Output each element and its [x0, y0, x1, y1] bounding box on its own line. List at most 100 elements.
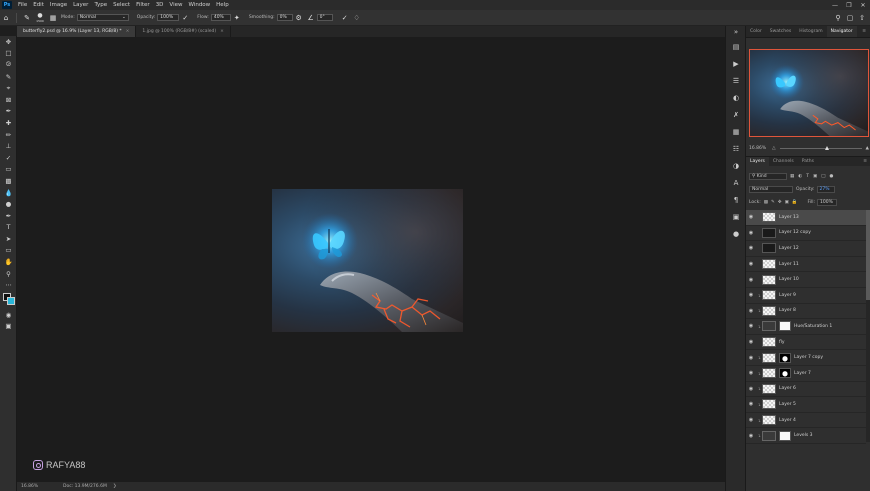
dodge-tool-icon[interactable]: ● [0, 198, 17, 210]
channels-icon[interactable]: ● [726, 225, 746, 242]
tools-preset-icon[interactable]: ✗ [726, 106, 746, 123]
layer-row[interactable]: ◉ ↴ Layer 9 [746, 288, 866, 304]
navigator-zoom-value[interactable]: 16.86% [749, 146, 766, 151]
eye-icon[interactable]: ◉ [746, 323, 756, 329]
workspace-icon[interactable]: ▢ [844, 12, 856, 24]
symmetry-icon[interactable]: ♢ [351, 12, 363, 24]
zoom-level[interactable]: 16.86% [21, 484, 49, 489]
airbrush-icon[interactable]: ✦ [231, 12, 243, 24]
navigator-preview[interactable] [749, 49, 869, 137]
eye-icon[interactable]: ◉ [746, 214, 756, 220]
eye-icon[interactable]: ◉ [746, 292, 756, 298]
properties-icon[interactable]: ☰ [726, 72, 746, 89]
layer-mask-thumbnail[interactable] [779, 430, 791, 441]
close-tab-icon[interactable]: × [126, 29, 130, 34]
layers-scrollbar[interactable] [866, 210, 870, 442]
eye-icon[interactable]: ◉ [746, 386, 756, 392]
filter-shape-icon[interactable]: ▣ [813, 174, 817, 179]
filter-toggle-icon[interactable]: ● [829, 174, 833, 179]
menu-help[interactable]: Help [213, 2, 232, 8]
tab-histogram[interactable]: Histogram [795, 26, 826, 37]
clone-stamp-tool-icon[interactable]: ⊥ [0, 140, 17, 152]
menu-filter[interactable]: Filter [133, 2, 153, 8]
eye-icon[interactable]: ◉ [746, 339, 756, 345]
layer-comps-icon[interactable]: ▣ [726, 208, 746, 225]
menu-layer[interactable]: Layer [70, 2, 91, 8]
search-icon[interactable]: ⚲ [832, 12, 844, 24]
brush-tool-icon[interactable]: ✎ [21, 12, 33, 24]
menu-file[interactable]: File [15, 2, 30, 8]
mode-select[interactable]: Normal ⌄ [76, 14, 129, 21]
layer-mask-thumbnail[interactable] [779, 352, 791, 363]
home-icon[interactable]: ⌂ [0, 12, 12, 24]
eye-icon[interactable]: ◉ [746, 433, 756, 439]
tab-1jpg[interactable]: 1.jpg @ 100% (RGB/8#) (scaled) × [136, 26, 231, 37]
layer-row[interactable]: ◉ Layer 12 copy [746, 226, 866, 242]
menu-window[interactable]: Window [185, 2, 213, 8]
pressure-size-icon[interactable]: ✓ [339, 12, 351, 24]
quick-select-tool-icon[interactable]: ✎ [0, 71, 17, 83]
tab-layers[interactable]: Layers [746, 157, 769, 166]
eye-icon[interactable]: ◉ [746, 401, 756, 407]
marquee-tool-icon[interactable]: □ [0, 48, 17, 60]
layer-row[interactable]: ◉ ↴ Layer 6 [746, 382, 866, 398]
tab-navigator[interactable]: Navigator [826, 26, 857, 37]
eye-icon[interactable]: ◉ [746, 230, 756, 236]
filter-pixel-icon[interactable]: ▦ [790, 174, 794, 179]
tab-butterfly2[interactable]: butterfly2.psd @ 16.9% (Layer 13, RGB/8)… [17, 26, 137, 37]
tab-color[interactable]: Color [746, 26, 766, 37]
layer-row[interactable]: ◉ Layer 11 [746, 257, 866, 273]
quick-mask-icon[interactable]: ◉ [0, 309, 17, 321]
flow-input[interactable]: 40% [210, 14, 231, 21]
filter-adjustment-icon[interactable]: ◐ [798, 174, 802, 179]
blend-mode-select[interactable]: Normal [749, 186, 793, 193]
rectangle-tool-icon[interactable]: ▭ [0, 245, 17, 257]
lock-position-icon[interactable]: ✥ [778, 200, 782, 205]
filter-smart-icon[interactable]: □ [821, 174, 825, 179]
gradient-tool-icon[interactable]: ▩ [0, 175, 17, 187]
lock-pixels-icon[interactable]: ✎ [771, 200, 775, 205]
zoom-in-icon[interactable]: ▲ [866, 146, 869, 151]
opacity-input[interactable]: 100% [157, 14, 180, 21]
eye-icon[interactable]: ◉ [746, 261, 756, 267]
brush-settings-icon[interactable]: ▦ [47, 12, 59, 24]
eraser-tool-icon[interactable]: ▭ [0, 164, 17, 176]
layer-mask-thumbnail[interactable] [779, 368, 791, 379]
panel-menu-icon[interactable]: ≡ [858, 26, 870, 37]
eye-icon[interactable]: ◉ [746, 277, 756, 283]
tab-swatches[interactable]: Swatches [766, 26, 796, 37]
angle-input[interactable]: 0° [316, 14, 333, 21]
layer-row[interactable]: ◉ ↴ Layer 7 [746, 366, 866, 382]
collapse-icon[interactable]: » [726, 26, 746, 38]
healing-tool-icon[interactable]: ✚ [0, 117, 17, 129]
eye-icon[interactable]: ◉ [746, 245, 756, 251]
pressure-opacity-icon[interactable]: ✓ [179, 12, 191, 24]
document-canvas[interactable] [272, 189, 463, 332]
tab-channels[interactable]: Channels [769, 157, 798, 166]
character-icon[interactable]: A [726, 174, 746, 191]
menu-select[interactable]: Select [110, 2, 133, 8]
frame-tool-icon[interactable]: ⊠ [0, 94, 17, 106]
libraries-icon[interactable]: ☷ [726, 140, 746, 157]
layer-row[interactable]: ◉ ↴ Layer 5 [746, 397, 866, 413]
actions-icon[interactable]: ▶ [726, 55, 746, 72]
fill-input[interactable]: 100% [817, 199, 838, 206]
layer-row[interactable]: ◉ Layer 10 [746, 272, 866, 288]
brush-preset-icon[interactable]: ● 1500 [33, 12, 47, 24]
eyedropper-tool-icon[interactable]: ✒ [0, 106, 17, 118]
color-swatches[interactable] [0, 291, 17, 309]
kind-filter-select[interactable]: ⚲ Kind [749, 173, 787, 180]
3d-icon[interactable]: ▦ [726, 123, 746, 140]
menu-edit[interactable]: Edit [30, 2, 47, 8]
minimize-icon[interactable]: — [828, 0, 842, 10]
eye-icon[interactable]: ◉ [746, 370, 756, 376]
lock-all-icon[interactable]: 🔒 [792, 200, 798, 205]
history-icon[interactable]: ▤ [726, 38, 746, 55]
status-arrow-icon[interactable]: ❯ [113, 484, 117, 489]
close-icon[interactable]: ✕ [856, 0, 870, 10]
layer-opacity-input[interactable]: 27% [816, 186, 835, 193]
filter-type-icon[interactable]: T [806, 174, 809, 179]
menu-type[interactable]: Type [91, 2, 110, 8]
move-tool-icon[interactable]: ✥ [0, 36, 17, 48]
menu-3d[interactable]: 3D [153, 2, 167, 8]
